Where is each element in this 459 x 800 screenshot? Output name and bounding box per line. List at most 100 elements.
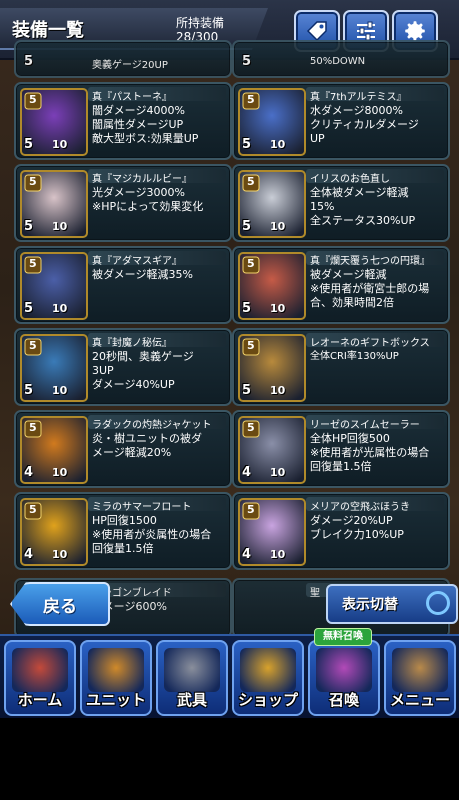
equipment-desc: 奥義ゲージ20UP [92, 60, 168, 71]
nav-item-label: 武具 [176, 691, 207, 709]
equipment-name: メリアの空飛ぶほうき [310, 502, 410, 513]
equipment-card[interactable]: 5 5 10 真『7thアルテミス』 水ダメージ8000% クリティカルダメージ UP [232, 82, 450, 160]
rarity-value: 5 [247, 175, 255, 188]
equipment-desc: 水ダメージ8000% クリティカルダメージ UP [310, 104, 419, 145]
equipment-desc: ダメージ600% [92, 600, 167, 613]
home-icon [12, 648, 68, 692]
equipment-desc: 炎・樹ユニットの被ダ メージ軽減20% [92, 432, 202, 459]
equipment-level: 5 [24, 383, 34, 398]
rarity-value: 5 [29, 175, 37, 188]
equipment-name: 真『7thアルテミス』 [310, 92, 407, 103]
equipment-card[interactable]: 5 4 10 リーゼのスイムセーラー 全体HP回復500 ※使用者が光属性の場合 回復量… [232, 410, 450, 488]
equipment-name: 真『マジカルルビー』 [92, 174, 192, 185]
equipment-desc: 被ダメージ軽減 ※使用者が衛宮士郎の場 合、効果時間2倍 [310, 268, 430, 309]
equipment-plus-value: 10 [270, 466, 286, 479]
rarity-value: 5 [247, 339, 255, 352]
equipment-name: 真『封魔ノ秘伝』 [92, 338, 172, 349]
equipment-plus-value: 10 [52, 384, 68, 397]
equipment-level: 5 [24, 137, 34, 152]
equipment-level: 5 [24, 219, 34, 234]
refresh-icon [426, 591, 450, 615]
nav-item[interactable]: 召喚 [308, 640, 380, 716]
rarity-level: 5 [24, 54, 34, 69]
equipment-card[interactable]: 5 5 10 真『パストーネ』 闇ダメージ4000% 闇属性ダメージUP 敵大型ボス:効… [14, 82, 232, 160]
free-summon-badge: 無料召喚 [314, 628, 372, 646]
equipment-level: 4 [24, 465, 34, 480]
equipment-card[interactable]: 5 5 10 真『アダマスギア』 被ダメージ軽減35% [14, 246, 232, 324]
equipment-plus-value: 10 [270, 548, 286, 561]
equipment-card-partial[interactable]: 奥義ゲージ20UP 5 [14, 40, 232, 78]
equipment-thumbnail: 5 4 10 [20, 416, 88, 484]
menu-book-icon [392, 648, 448, 692]
equipment-desc: 光ダメージ3000% ※HPによって効果変化 [92, 186, 204, 213]
equipment-thumbnail: 5 4 10 [20, 498, 88, 566]
nav-item[interactable]: ショップ [232, 640, 304, 716]
equipment-desc: 20秒間、奥義ゲージ 3UP ダメージ40%UP [92, 350, 194, 391]
equipment-card[interactable]: 5 5 10 レオーネのギフトボックス 全体CRI率130%UP [232, 328, 450, 406]
rarity-badge: 5 [242, 92, 260, 110]
nav-item[interactable]: メニュー [384, 640, 456, 716]
rarity-value: 5 [247, 503, 255, 516]
rarity-level: 5 [242, 54, 252, 69]
equipment-desc: ダメージ20%UP ブレイク力10%UP [310, 514, 404, 541]
rarity-value: 5 [29, 503, 37, 516]
equipment-card[interactable]: 5 4 10 ミラのサマーフロート HP回復1500 ※使用者が炎属性の場合 回復量1.… [14, 492, 232, 570]
equipment-thumbnail: 5 5 10 [238, 88, 306, 156]
equipment-thumbnail: 5 5 10 [20, 252, 88, 320]
equipment-plus-value: 10 [52, 466, 68, 479]
rarity-badge: 5 [24, 338, 42, 356]
rarity-badge: 5 [242, 502, 260, 520]
equipment-desc: 被ダメージ軽減35% [92, 268, 193, 281]
equipment-thumbnail: 5 5 10 [20, 88, 88, 156]
rarity-badge: 5 [24, 420, 42, 438]
display-switch-button[interactable]: 表示切替 [326, 584, 458, 624]
equipment-level: 5 [242, 137, 252, 152]
equipment-desc: 全体被ダメージ軽減 15% 全ステータス30%UP [310, 186, 416, 227]
rarity-value: 5 [29, 93, 37, 106]
rarity-badge: 5 [242, 420, 260, 438]
nav-item-label: ユニット [85, 691, 146, 709]
equipment-card[interactable]: 5 5 10 イリスのお色直し 全体被ダメージ軽減 15% 全ステータス30%UP [232, 164, 450, 242]
equipment-name: ミラのサマーフロート [92, 502, 192, 513]
equipment-plus-value: 10 [270, 302, 286, 315]
shop-icon [240, 648, 296, 692]
rarity-value: 5 [247, 421, 255, 434]
equipment-name: ラダックの灼熱ジャケット [92, 420, 212, 431]
nav-item[interactable]: ユニット [80, 640, 152, 716]
equipment-card[interactable]: 5 5 10 真『封魔ノ秘伝』 20秒間、奥義ゲージ 3UP ダメージ40%UP [14, 328, 232, 406]
display-switch-label: 表示切替 [342, 597, 398, 613]
equipment-plus-value: 10 [270, 220, 286, 233]
equipment-list-screen: 装備一覧 所持装備 28/300 奥義ゲージ20UP 5 50%DOWN 5 5… [0, 0, 459, 718]
equipment-name: 真『爛天覆う七つの円環』 [310, 256, 430, 267]
nav-item[interactable]: 武具 [156, 640, 228, 716]
page-title: 装備一覧 [12, 20, 84, 41]
equipment-card[interactable]: 5 5 10 真『爛天覆う七つの円環』 被ダメージ軽減 ※使用者が衛宮士郎の場 合、効果… [232, 246, 450, 324]
equipment-plus-value: 10 [52, 220, 68, 233]
rarity-badge: 5 [24, 174, 42, 192]
equipment-name: 真『パストーネ』 [92, 92, 172, 103]
equipment-card-partial[interactable]: 50%DOWN 5 [232, 40, 450, 78]
nav-item[interactable]: ホーム [4, 640, 76, 716]
rarity-badge: 5 [24, 502, 42, 520]
back-button[interactable]: 戻る [10, 582, 110, 626]
equipment-thumbnail: 5 5 10 [20, 170, 88, 238]
unit-icon [88, 648, 144, 692]
nav-item-label: ショップ [237, 691, 298, 709]
equipment-card[interactable]: 5 4 10 ラダックの灼熱ジャケット 炎・樹ユニットの被ダ メージ軽減20% [14, 410, 232, 488]
rarity-value: 5 [29, 421, 37, 434]
equipment-thumbnail: 5 4 10 [238, 416, 306, 484]
weapon-icon [164, 648, 220, 692]
equipment-desc: 全体CRI率130%UP [310, 351, 399, 362]
equipment-plus-value: 10 [52, 138, 68, 151]
equipment-level: 4 [242, 547, 252, 562]
equipment-card[interactable]: 5 5 10 真『マジカルルビー』 光ダメージ3000% ※HPによって効果変化 [14, 164, 232, 242]
equipment-level: 5 [242, 219, 252, 234]
equipment-desc: 全体HP回復500 ※使用者が光属性の場合 回復量1.5倍 [310, 432, 430, 473]
equipment-level: 5 [242, 301, 252, 316]
equipment-card[interactable]: 5 4 10 メリアの空飛ぶほうき ダメージ20%UP ブレイク力10%UP [232, 492, 450, 570]
equipment-plus-value: 10 [270, 138, 286, 151]
equipment-level: 4 [242, 465, 252, 480]
rarity-value: 5 [29, 257, 37, 270]
equipment-name: リーゼのスイムセーラー [310, 420, 420, 431]
equipment-thumbnail: 5 5 10 [20, 334, 88, 402]
